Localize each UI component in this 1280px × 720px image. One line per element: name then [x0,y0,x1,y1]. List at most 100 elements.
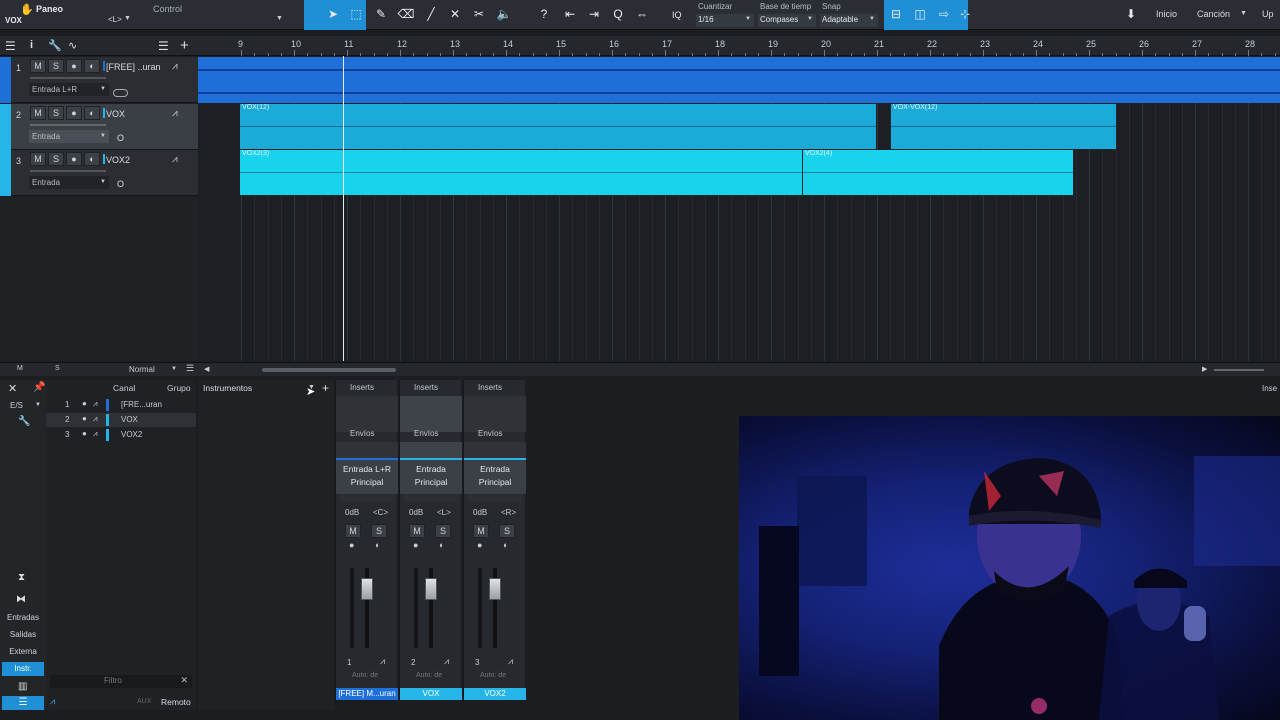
record-button[interactable]: ● [66,152,82,166]
list-item[interactable]: 3 ● ⩘ VOX2 [46,428,196,442]
output-routing[interactable]: Principal [336,476,398,489]
timeline-ruler[interactable]: 9 10 11 12 13 14 15 16 17 18 19 20 21 22 23 24 25 26 27 28 [198,36,1280,56]
position-label[interactable]: <L> [108,15,122,24]
record-button[interactable]: ● [66,59,82,73]
input-routing[interactable]: Entrada [400,463,462,476]
mute-button[interactable]: M [30,59,46,73]
expand-icon[interactable]: ⧓ [16,594,26,605]
list-item[interactable]: 2 ● ⩘ VOX [46,413,196,427]
chevron-down-icon[interactable]: ▼ [171,366,177,372]
filter-field[interactable]: Filtro ✕ [50,675,192,688]
loop-prev-icon[interactable]: ⇤ [559,3,581,25]
mute-button[interactable]: M [473,524,489,538]
record-button[interactable]: ● [413,540,418,550]
channel-name-label[interactable]: VOX2 [464,688,526,700]
info-icon[interactable]: i [30,39,33,51]
menu-icon[interactable]: ☰ [186,363,194,374]
mute-button[interactable]: M [30,152,46,166]
listen-tool-icon[interactable]: 🔈 [493,3,515,25]
channel-name-label[interactable]: [FREE] M...uran [336,688,398,700]
playhead[interactable] [343,56,344,361]
snap-events-icon[interactable]: ◫ [909,3,931,25]
track-name[interactable]: VOX [106,109,125,119]
horizontal-scrollbar[interactable] [262,368,396,372]
list-icon[interactable]: ☰ [158,39,169,53]
gain-value[interactable]: 0dB [345,508,359,517]
monitor-button[interactable]: ◐ [439,540,444,550]
arrange-view[interactable]: VOX(12) VOX-VOX(12) VOX2(3) VOX2(4) [198,56,1280,361]
audio-event-vox2[interactable]: VOX2(4) [803,150,1073,195]
chevron-down-icon[interactable]: ▼ [124,15,131,22]
volume-slider[interactable] [30,124,106,126]
record-button[interactable]: ● [477,540,482,550]
volume-fader[interactable] [361,578,373,600]
chevron-down-icon[interactable]: ▼ [100,86,106,92]
routing-block[interactable]: Entrada L+R Principal [336,460,398,494]
solo-button[interactable]: S [48,106,64,120]
track-header[interactable]: 3 M S ● ◐ VOX2 ⩘ Entrada ▼ O [0,150,198,196]
track-header[interactable]: 2 M S ● ◐ VOX ⩘ Entrada ▼ O [0,104,198,150]
remote-tab[interactable]: Remoto [161,697,191,707]
mute-button[interactable]: M [30,106,46,120]
visible-toggle[interactable]: ● [82,429,87,438]
gain-value[interactable]: 0dB [473,508,487,517]
snap-select[interactable]: Adaptable ▼ [820,14,878,27]
routing-block[interactable]: Entrada Principal [464,460,526,494]
solo-button[interactable]: S [48,152,64,166]
input-routing[interactable]: Entrada [464,463,526,476]
input-select[interactable]: Entrada L+R [29,83,109,96]
volume-fader[interactable] [489,578,501,600]
scroll-right-icon[interactable]: ▶ [1202,365,1207,373]
home-button[interactable]: Inicio [1156,9,1177,19]
snap-grid-icon[interactable]: ⊟ [885,3,907,25]
pin-icon[interactable]: 📌 [33,382,45,393]
solo-button[interactable]: S [499,524,515,538]
song-button[interactable]: Canción [1197,9,1230,19]
automation-mode[interactable]: Auto: de [480,672,506,679]
input-select[interactable]: Entrada [29,130,109,143]
sends-area[interactable] [336,442,398,458]
automation-mode[interactable]: Auto: de [416,672,442,679]
list-view-button[interactable]: ☰ [2,696,44,710]
download-icon[interactable]: ⬇ [1120,3,1142,25]
track-name[interactable]: VOX2 [106,155,130,165]
sends-header[interactable]: Envíos [336,426,398,442]
mute-button[interactable]: M [345,524,361,538]
wrench-icon[interactable]: 🔧 [18,416,30,427]
record-button[interactable]: ● [349,540,354,550]
pan-slider[interactable] [340,494,394,502]
output-routing[interactable]: Principal [464,476,526,489]
monitor-button[interactable]: ◐ [375,540,380,550]
sends-area[interactable] [464,442,526,458]
inputs-button[interactable]: Entradas [2,611,44,625]
close-icon[interactable]: ✕ [8,382,17,395]
mode-label[interactable]: Paneo [36,4,63,14]
routing-block[interactable]: Entrada Principal [400,460,462,494]
solo-button[interactable]: S [371,524,387,538]
view-mode-select[interactable]: Normal [129,365,155,374]
volume-slider[interactable] [30,170,106,172]
input-select[interactable]: Entrada [29,176,109,189]
hand-icon[interactable]: ✋ [20,3,34,16]
monitor-button[interactable]: ◐ [84,152,100,166]
snap-cursor-icon[interactable]: ⇨ [933,3,955,25]
sends-area[interactable] [400,442,462,458]
automation-mode[interactable]: Auto: de [352,672,378,679]
solo-button[interactable]: S [435,524,451,538]
list-item[interactable]: 1 ● ⩘ [FRE...uran [46,398,196,412]
loop-next-icon[interactable]: ⇥ [583,3,605,25]
outputs-button[interactable]: Salidas [2,628,44,642]
add-instrument-icon[interactable]: + [322,381,329,395]
gain-value[interactable]: 0dB [409,508,423,517]
instruments-button[interactable]: Instr. [2,662,44,676]
pan-value[interactable]: <C> [373,508,388,517]
visible-toggle[interactable]: ● [82,414,87,423]
chevron-down-icon[interactable]: ▼ [100,133,106,139]
record-button[interactable]: ● [66,106,82,120]
monitor-button[interactable]: ◐ [84,106,100,120]
waveform-icon[interactable]: ⩘ [50,696,55,707]
visible-toggle[interactable]: ● [82,399,87,408]
aux-tab[interactable]: AUX [137,698,151,705]
extra-button[interactable]: Up [1262,9,1274,19]
mute-all-button[interactable]: M [17,365,23,372]
